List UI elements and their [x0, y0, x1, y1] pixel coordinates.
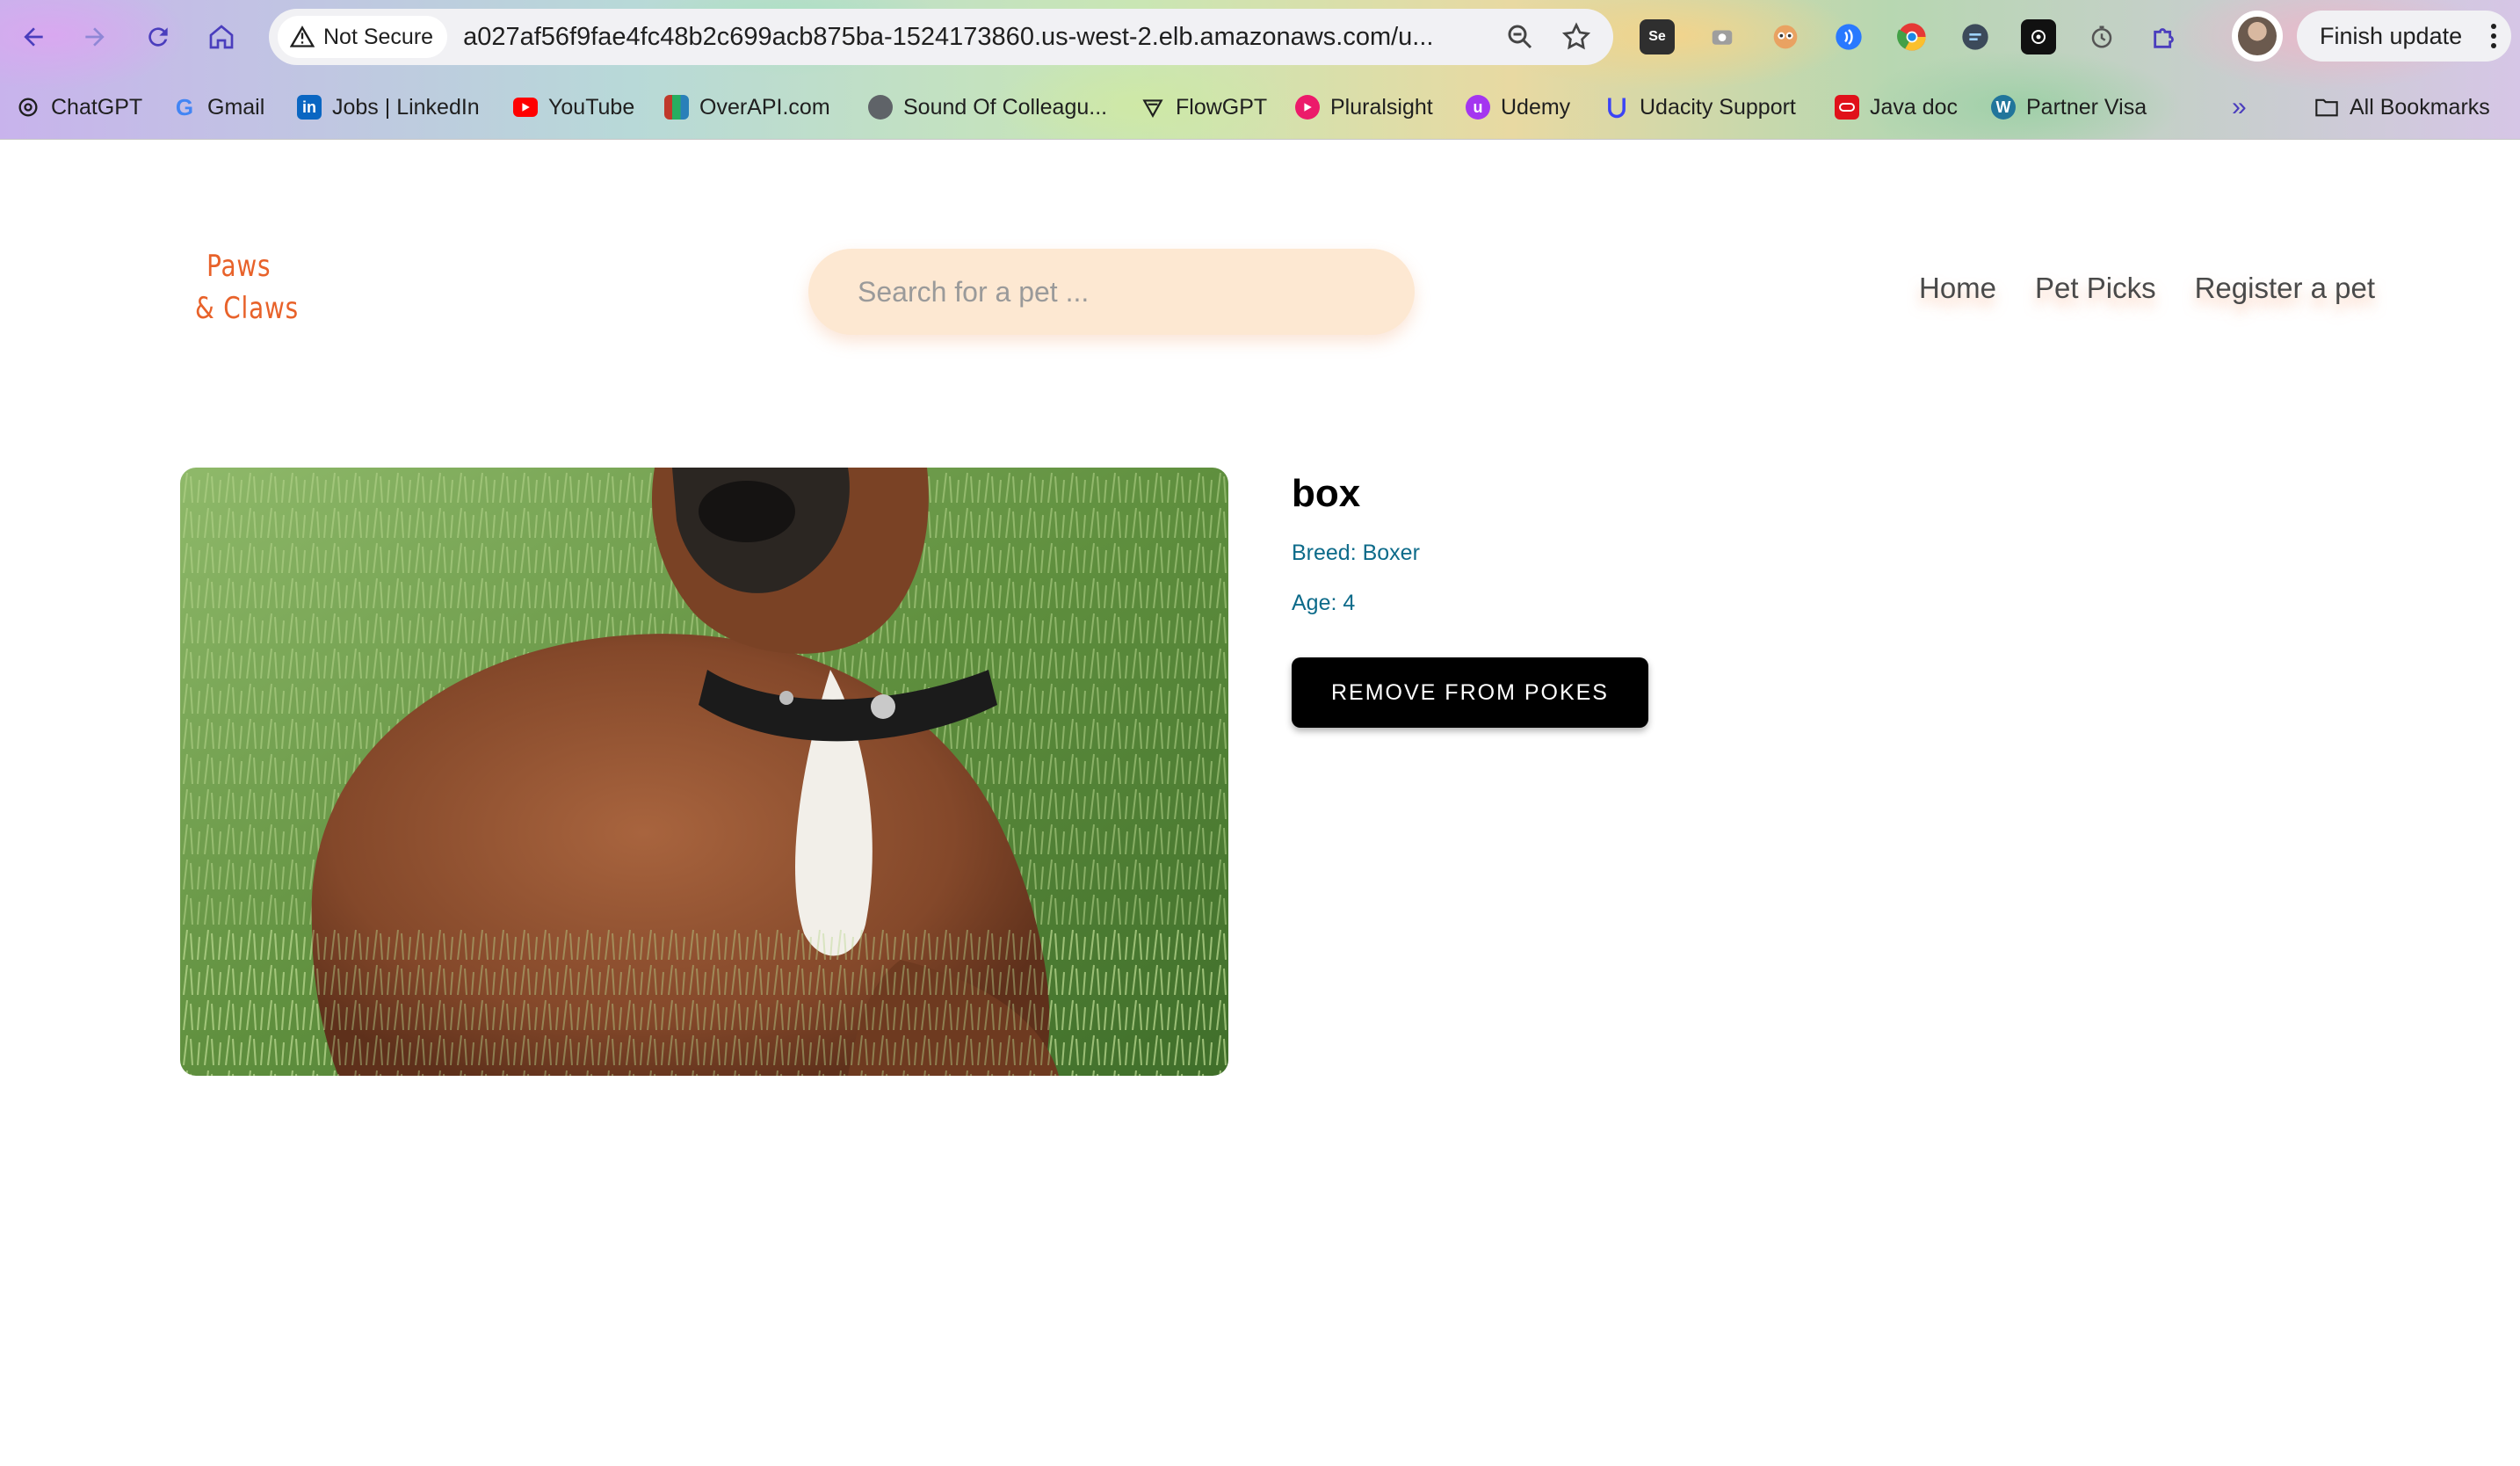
page-content: Paws & Claws Home Pet Picks Register a p…	[0, 140, 2520, 1466]
oracle-icon	[1835, 95, 1859, 120]
star-icon[interactable]	[1561, 21, 1592, 53]
dog-image	[180, 468, 1228, 1076]
bookmark-gmail[interactable]: G Gmail	[172, 84, 264, 130]
bookmarks-bar: ChatGPT G Gmail in Jobs | LinkedIn YouTu…	[0, 84, 2520, 130]
bookmark-label: YouTube	[548, 94, 635, 120]
bookmark-sound-of-colleagues[interactable]: Sound Of Colleagu...	[868, 84, 1107, 130]
linkedin-icon: in	[297, 95, 322, 120]
overapi-icon	[664, 95, 689, 120]
bookmark-partner-visa[interactable]: W Partner Visa	[1991, 84, 2147, 130]
pet-photo	[180, 468, 1228, 1076]
forward-button[interactable]	[74, 16, 116, 58]
globe-icon	[868, 95, 893, 120]
bookmark-udacity-support[interactable]: Udacity Support	[1604, 84, 1796, 130]
pet-breed: Breed: Boxer	[1292, 541, 1420, 565]
nav-home[interactable]: Home	[1915, 272, 2000, 310]
bookmark-label: OverAPI.com	[699, 94, 830, 120]
bookmark-chatgpt[interactable]: ChatGPT	[16, 84, 142, 130]
bookmark-label: Sound Of Colleagu...	[903, 94, 1108, 120]
pet-name: box	[1292, 472, 1361, 515]
puzzle-extension-icon[interactable]	[2147, 19, 2183, 54]
site-nav: Home Pet Picks Register a pet	[1915, 272, 2379, 310]
wordpress-icon: W	[1991, 95, 2016, 120]
bookmark-label: Udemy	[1501, 94, 1571, 120]
back-button[interactable]	[12, 16, 54, 58]
logo-line-1: Paws	[206, 249, 272, 284]
owl-extension-icon[interactable]	[1768, 19, 1803, 54]
all-bookmarks-button[interactable]: All Bookmarks	[2314, 84, 2490, 130]
bookmark-label: Java doc	[1870, 94, 1959, 120]
nav-register-pet[interactable]: Register a pet	[2191, 272, 2379, 310]
home-button[interactable]	[200, 16, 243, 58]
all-bookmarks-label: All Bookmarks	[2350, 94, 2490, 120]
finish-update-button[interactable]: Finish update	[2297, 11, 2511, 62]
folder-icon	[2314, 95, 2339, 120]
bookmark-java-doc[interactable]: Java doc	[1835, 84, 1958, 130]
reload-icon	[148, 27, 168, 47]
pluralsight-icon	[1295, 95, 1320, 120]
finish-update-label: Finish update	[2320, 22, 2463, 49]
browser-chrome: Not Secure a027af56f9fae4fc48b2c699acb87…	[0, 0, 2520, 140]
chatgpt-icon	[16, 95, 40, 120]
bookmark-label: ChatGPT	[51, 94, 143, 120]
profile-avatar[interactable]	[2232, 11, 2283, 62]
bookmark-label: Gmail	[207, 94, 265, 120]
site-logo[interactable]: Paws & Claws	[195, 245, 299, 330]
bookmark-label: Jobs | LinkedIn	[332, 94, 480, 120]
udemy-icon: u	[1466, 95, 1490, 120]
double-chevron-right-icon: »	[2232, 92, 2247, 121]
udacity-icon	[1604, 95, 1629, 120]
bookmark-flowgpt[interactable]: FlowGPT	[1141, 84, 1267, 130]
bookmark-linkedin[interactable]: in Jobs | LinkedIn	[297, 84, 480, 130]
bookmark-label: Partner Visa	[2026, 94, 2147, 120]
chrome-extension-icon[interactable]	[1894, 19, 1930, 54]
flowgpt-icon	[1141, 95, 1165, 120]
openai-extension-icon[interactable]	[2021, 19, 2056, 54]
remove-from-pokes-button[interactable]: REMOVE FROM POKES	[1292, 657, 1648, 728]
bookmark-label: Pluralsight	[1330, 94, 1433, 120]
warning-icon	[290, 25, 315, 47]
bookmark-label: Udacity Support	[1640, 94, 1796, 120]
arrow-left-icon	[24, 27, 43, 47]
bookmark-overapi[interactable]: OverAPI.com	[664, 84, 830, 130]
security-chip[interactable]: Not Secure	[278, 16, 448, 58]
selenium-extension-icon[interactable]: Se	[1640, 19, 1675, 54]
camera-extension-icon[interactable]	[1705, 19, 1740, 54]
timer-extension-icon[interactable]	[2084, 19, 2119, 54]
audio-extension-icon[interactable]	[1831, 19, 1866, 54]
logo-line-2: & Claws	[195, 291, 299, 326]
home-icon	[209, 25, 234, 49]
url-text[interactable]: a027af56f9fae4fc48b2c699acb875ba-1524173…	[463, 23, 1474, 52]
pet-age: Age: 4	[1292, 591, 1356, 615]
google-icon: G	[175, 93, 194, 120]
security-label: Not Secure	[323, 24, 434, 49]
address-bar[interactable]: Not Secure a027af56f9fae4fc48b2c699acb87…	[269, 9, 1613, 65]
reload-button[interactable]	[137, 16, 179, 58]
youtube-icon	[513, 98, 538, 117]
bookmarks-overflow-button[interactable]: »	[2232, 84, 2247, 130]
zoom-icon[interactable]	[1504, 21, 1536, 53]
bookmark-youtube[interactable]: YouTube	[513, 84, 634, 130]
nav-pet-picks[interactable]: Pet Picks	[2031, 272, 2160, 310]
arrow-right-icon	[85, 27, 105, 47]
bookmark-udemy[interactable]: u Udemy	[1466, 84, 1570, 130]
bookmark-label: FlowGPT	[1176, 94, 1268, 120]
pet-search-input[interactable]	[808, 249, 1415, 335]
kebab-menu-icon	[2491, 24, 2496, 48]
chat-extension-icon[interactable]	[1958, 19, 1993, 54]
bookmark-pluralsight[interactable]: Pluralsight	[1295, 84, 1433, 130]
